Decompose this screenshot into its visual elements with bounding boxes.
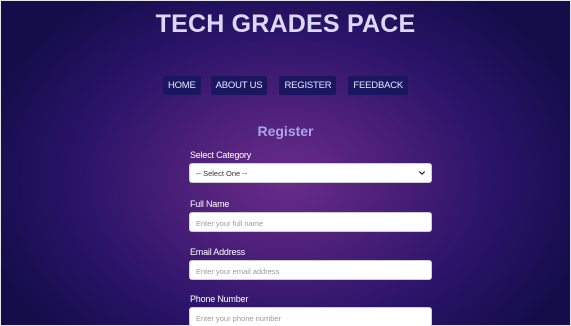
category-selected-value: -- Select One -- [196, 168, 248, 178]
email-field-box [189, 260, 432, 281]
email-label: Email Address [190, 247, 245, 257]
nav-home-link[interactable]: HOME [162, 76, 201, 95]
category-select[interactable]: -- Select One -- [189, 163, 432, 183]
nav-feedback-link[interactable]: FEEDBACK [348, 76, 409, 95]
nav-about-link[interactable]: ABOUT US [210, 76, 268, 95]
form-heading: Register [257, 123, 314, 139]
email-input[interactable] [190, 262, 431, 281]
phone-label: Phone Number [190, 294, 249, 304]
full-name-input[interactable] [190, 214, 431, 233]
full-name-field-box [189, 212, 432, 233]
phone-field-box [189, 307, 432, 326]
full-name-label: Full Name [190, 199, 230, 209]
nav-register-link[interactable]: REGISTER [279, 76, 337, 95]
phone-input[interactable] [190, 309, 431, 326]
chevron-down-icon [419, 171, 425, 175]
site-title: TECH GRADES PACE [155, 10, 416, 38]
category-label: Select Category [190, 150, 252, 160]
main-nav: HOME ABOUT US REGISTER FEEDBACK [0, 76, 571, 95]
